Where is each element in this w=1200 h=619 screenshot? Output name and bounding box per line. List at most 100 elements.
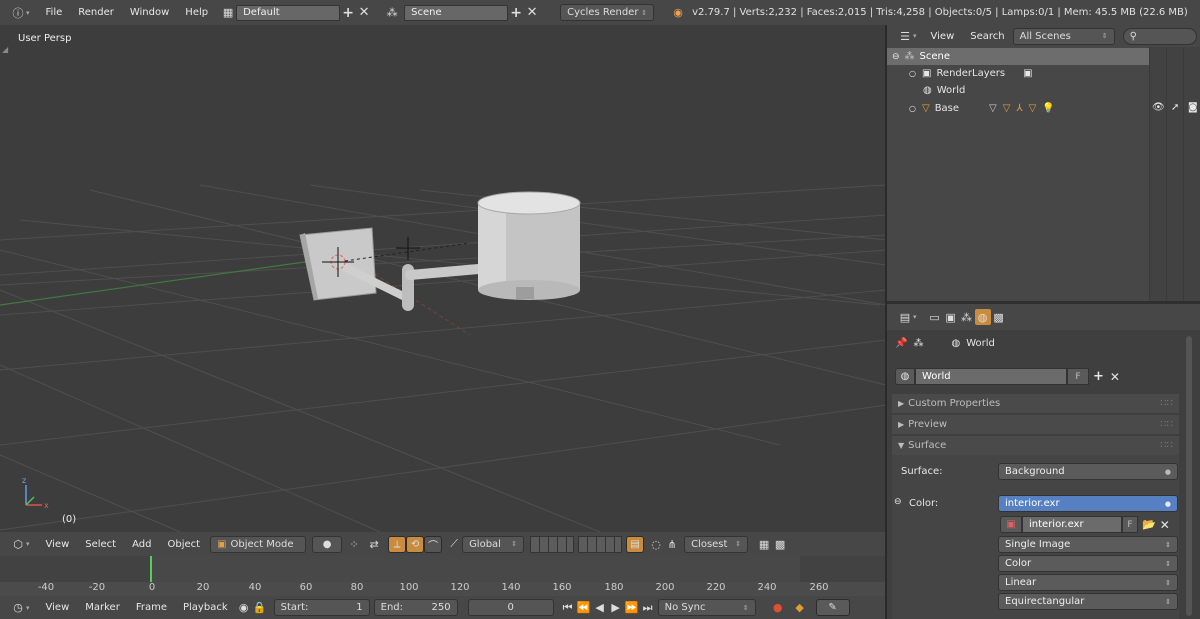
- visibility-eye-icon[interactable]: 👁: [1152, 102, 1165, 113]
- manipulator-icon[interactable]: ⇄: [366, 536, 382, 552]
- unlink-world-button[interactable]: ✕: [1110, 370, 1120, 384]
- orientation-select[interactable]: Global ⇕: [462, 535, 525, 553]
- outliner-item-world[interactable]: ◍ World: [887, 82, 1149, 99]
- world-name-field[interactable]: World: [915, 368, 1067, 385]
- outliner-item-base[interactable]: ○ ▽ Base ▽ ▽ ⅄ ▽ 💡: [887, 100, 1149, 117]
- world-tab-icon[interactable]: ◍: [974, 309, 991, 325]
- editor-dropdown-arrow[interactable]: ▾: [913, 32, 917, 40]
- layers-tab-icon[interactable]: ▣: [943, 309, 959, 325]
- render-still-icon[interactable]: ▦: [756, 536, 772, 552]
- scale-toggle[interactable]: ⌒: [424, 535, 443, 553]
- source-select[interactable]: Single Image ⇕: [998, 536, 1178, 553]
- mode-select[interactable]: ▣ Object Mode: [210, 535, 307, 553]
- image-name-field[interactable]: interior.exr: [1022, 516, 1122, 533]
- menu-marker[interactable]: Marker: [77, 602, 128, 613]
- menu-view[interactable]: View: [38, 602, 78, 613]
- drag-handle-icon[interactable]: ∷∷: [1160, 398, 1173, 409]
- panel-custom-properties[interactable]: ▶ Custom Properties ∷∷: [892, 394, 1179, 413]
- color-input-select[interactable]: interior.exr ●: [998, 495, 1178, 512]
- timeline-editor-icon[interactable]: ◷: [10, 600, 26, 616]
- menu-search[interactable]: Search: [962, 31, 1012, 42]
- display-mode-select[interactable]: All Scenes ⇕: [1012, 27, 1115, 45]
- vertical-area-divider[interactable]: [885, 25, 887, 619]
- lock-icon[interactable]: 🔒: [252, 600, 268, 616]
- collapse-icon[interactable]: ⊖: [892, 52, 900, 62]
- selectable-cursor-icon[interactable]: ➚: [1171, 102, 1179, 113]
- menu-object[interactable]: Object: [159, 539, 208, 550]
- rotate-toggle[interactable]: ⟲: [406, 535, 425, 553]
- render-tab-icon[interactable]: ▭: [927, 309, 943, 325]
- editor-dropdown-arrow[interactable]: ▾: [26, 9, 30, 17]
- fake-user-button[interactable]: F: [1067, 368, 1089, 385]
- jump-start-icon[interactable]: ⏮: [560, 600, 576, 616]
- menu-window[interactable]: Window: [122, 7, 177, 18]
- outliner-search-field[interactable]: ⚲: [1122, 27, 1197, 45]
- corner-widget[interactable]: ◢: [2, 45, 8, 54]
- translate-toggle[interactable]: ⟂: [388, 535, 407, 553]
- add-scene-button[interactable]: +: [508, 5, 524, 21]
- unlink-image-button[interactable]: ✕: [1160, 518, 1170, 532]
- outliner-item-scene[interactable]: ⊖ ⁂ Scene: [887, 48, 1149, 65]
- outliner-editor-icon[interactable]: ☰: [897, 28, 913, 44]
- editor-dropdown-arrow[interactable]: ▾: [913, 313, 917, 321]
- shading-select[interactable]: ●: [312, 535, 343, 553]
- texture-tab-icon[interactable]: ▩: [991, 309, 1007, 325]
- panel-surface[interactable]: ▼ Surface ∷∷: [892, 436, 1179, 455]
- drag-handle-icon[interactable]: ∷∷: [1160, 440, 1173, 451]
- end-frame-field[interactable]: End: 250: [373, 599, 458, 616]
- menu-select[interactable]: Select: [77, 539, 124, 550]
- interpolation-select[interactable]: Linear ⇕: [998, 574, 1178, 591]
- add-layout-button[interactable]: +: [340, 5, 356, 21]
- render-camera-icon[interactable]: ◙: [1188, 102, 1198, 113]
- view3d-editor-icon[interactable]: ⬡: [10, 536, 26, 552]
- remove-scene-button[interactable]: ✕: [524, 5, 540, 21]
- snap-magnet-icon[interactable]: ⋔: [664, 536, 680, 552]
- menu-view[interactable]: View: [923, 31, 963, 42]
- expand-icon[interactable]: ○: [909, 69, 916, 78]
- menu-file[interactable]: File: [38, 7, 71, 18]
- proportional-edit-icon[interactable]: ◌: [648, 536, 664, 552]
- snap-target-select[interactable]: Closest ⇕: [684, 535, 749, 553]
- scene-tab-icon[interactable]: ⁂: [959, 309, 975, 325]
- world-browse-button[interactable]: ◍: [895, 368, 915, 385]
- surface-shader-select[interactable]: Background ●: [998, 463, 1178, 480]
- auto-keyframe-toggle[interactable]: ✎: [815, 599, 850, 616]
- render-engine-select[interactable]: Cycles Render ⇕: [560, 4, 655, 21]
- keying-set-icon[interactable]: ◆: [792, 600, 808, 616]
- play-icon[interactable]: ▶: [608, 600, 624, 616]
- menu-view[interactable]: View: [38, 539, 78, 550]
- layer-buttons-a[interactable]: [530, 535, 575, 553]
- jump-end-icon[interactable]: ⏭: [640, 600, 656, 616]
- pivot-icon[interactable]: ⁘: [346, 536, 362, 552]
- scene-field[interactable]: Scene: [404, 4, 509, 21]
- color-space-select[interactable]: Color ⇕: [998, 555, 1178, 572]
- record-icon[interactable]: ●: [770, 600, 786, 616]
- open-image-icon[interactable]: 📂: [1142, 518, 1156, 531]
- menu-frame[interactable]: Frame: [128, 602, 175, 613]
- current-frame-field[interactable]: 0: [467, 599, 554, 616]
- properties-editor-icon[interactable]: ▤: [897, 309, 913, 325]
- properties-scrollbar[interactable]: [1186, 336, 1192, 616]
- scene-icon[interactable]: ⁂: [384, 5, 400, 21]
- preview-range-icon[interactable]: ◉: [236, 600, 252, 616]
- viewport-3d[interactable]: User Persp z x (0) ◢: [0, 25, 886, 532]
- pin-icon[interactable]: 📌: [895, 338, 907, 349]
- menu-render[interactable]: Render: [70, 7, 122, 18]
- next-keyframe-icon[interactable]: ⏩: [624, 600, 640, 616]
- expand-icon[interactable]: ○: [909, 104, 916, 113]
- projection-select[interactable]: Equirectangular ⇕: [998, 593, 1178, 610]
- render-anim-icon[interactable]: ▩: [772, 536, 788, 552]
- sync-select[interactable]: No Sync ⇕: [657, 599, 756, 616]
- remove-layout-button[interactable]: ✕: [356, 5, 372, 21]
- screen-layout-icon[interactable]: ▦: [220, 5, 236, 21]
- panel-preview[interactable]: ▶ Preview ∷∷: [892, 415, 1179, 434]
- lock-layers-toggle[interactable]: ▤: [626, 535, 645, 553]
- drag-handle-icon[interactable]: ∷∷: [1160, 419, 1173, 430]
- menu-add[interactable]: Add: [124, 539, 159, 550]
- menu-playback[interactable]: Playback: [175, 602, 236, 613]
- menu-help[interactable]: Help: [177, 7, 216, 18]
- editor-dropdown-arrow[interactable]: ▾: [26, 540, 30, 548]
- layer-buttons-b[interactable]: [578, 535, 623, 553]
- screen-layout-field[interactable]: Default: [236, 4, 341, 21]
- image-fake-user-button[interactable]: F: [1122, 516, 1138, 533]
